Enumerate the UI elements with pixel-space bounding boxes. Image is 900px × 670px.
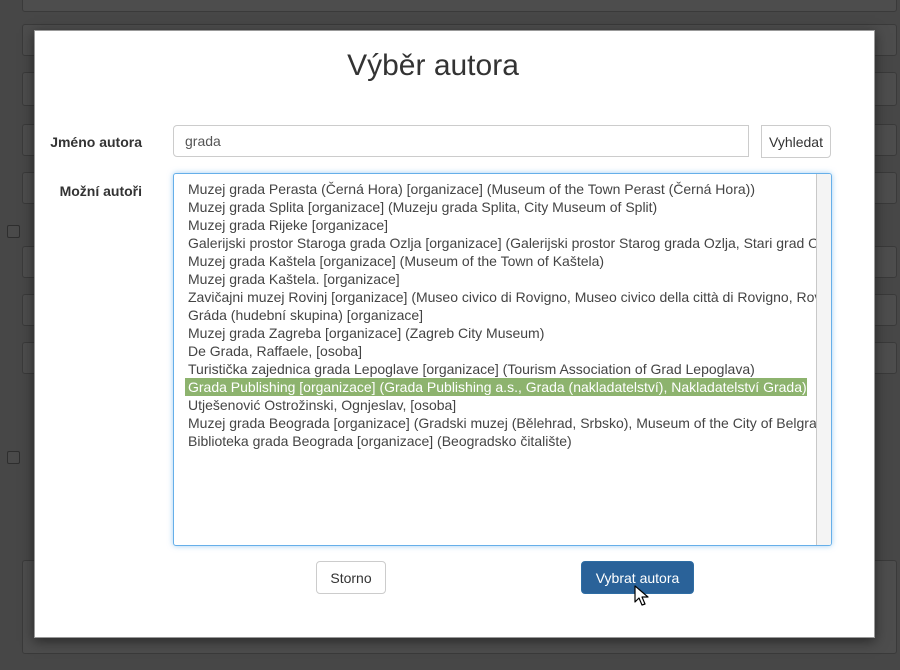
cancel-button[interactable]: Storno	[316, 561, 386, 594]
author-option[interactable]: Muzej grada Zagreba [organizace] (Zagreb…	[187, 324, 545, 342]
author-option[interactable]: De Grada, Raffaele, [osoba]	[187, 342, 363, 360]
listbox-scrollbar[interactable]	[816, 174, 831, 545]
author-option[interactable]: Turistička zajednica grada Lepoglave [or…	[187, 360, 756, 378]
author-name-input[interactable]	[173, 125, 749, 157]
authors-list: Muzej grada Perasta (Černá Hora) [organi…	[174, 174, 818, 545]
possible-authors-listbox[interactable]: Muzej grada Perasta (Černá Hora) [organi…	[173, 173, 832, 546]
background-checkbox	[7, 225, 20, 238]
author-option[interactable]: Utješenović Ostrožinski, Ognjeslav, [oso…	[187, 396, 457, 414]
author-option[interactable]: Grada Publishing [organizace] (Grada Pub…	[185, 378, 807, 396]
author-option[interactable]: Muzej grada Kaštela. [organizace]	[187, 270, 401, 288]
search-button[interactable]: Vyhledat	[761, 125, 831, 158]
author-name-label: Jméno autora	[50, 134, 142, 150]
author-option[interactable]: Gráda (hudební skupina) [organizace]	[187, 306, 424, 324]
dialog-title: Výběr autora	[347, 49, 519, 82]
mouse-pointer-icon	[634, 585, 649, 606]
author-option[interactable]: Galerijski prostor Staroga grada Ozlja […	[187, 234, 818, 252]
background-checkbox	[7, 451, 20, 464]
author-option[interactable]: Biblioteka grada Beograda [organizace] (…	[187, 432, 573, 450]
author-option[interactable]: Muzej grada Rijeke [organizace]	[187, 216, 389, 234]
possible-authors-label: Možní autoři	[59, 183, 142, 199]
background-panel	[22, 0, 897, 12]
author-selection-dialog: Výběr autora Jméno autora Vyhledat Možní…	[34, 30, 875, 638]
author-option[interactable]: Muzej grada Splita [organizace] (Muzeju …	[187, 198, 658, 216]
author-option[interactable]: Zavičajni muzej Rovinj [organizace] (Mus…	[187, 288, 818, 306]
author-option[interactable]: Muzej grada Beograda [organizace] (Grads…	[187, 414, 818, 432]
author-option[interactable]: Muzej grada Kaštela [organizace] (Museum…	[187, 252, 605, 270]
author-option[interactable]: Muzej grada Perasta (Černá Hora) [organi…	[187, 180, 756, 198]
